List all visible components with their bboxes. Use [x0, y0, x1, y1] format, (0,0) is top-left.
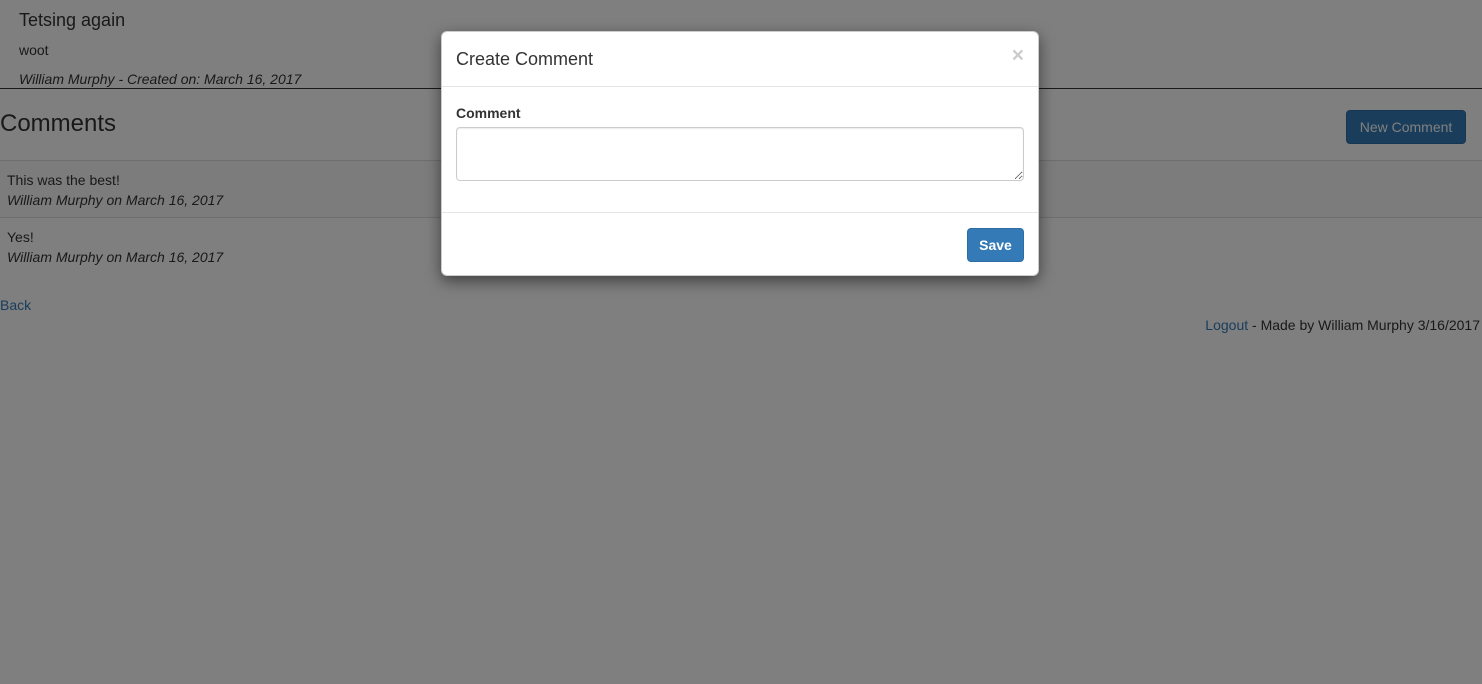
comment-field-label: Comment: [456, 105, 521, 121]
comment-textarea[interactable]: [456, 127, 1024, 181]
create-comment-modal: Create Comment × Comment Save: [441, 31, 1039, 276]
close-icon[interactable]: ×: [1012, 45, 1024, 66]
modal-header: Create Comment ×: [442, 32, 1038, 87]
page: Tetsing again woot William Murphy - Crea…: [0, 0, 1482, 684]
modal-footer: Save: [442, 212, 1038, 275]
modal-body: Comment: [442, 87, 1038, 212]
save-button[interactable]: Save: [967, 228, 1024, 262]
modal-title: Create Comment: [456, 49, 594, 69]
